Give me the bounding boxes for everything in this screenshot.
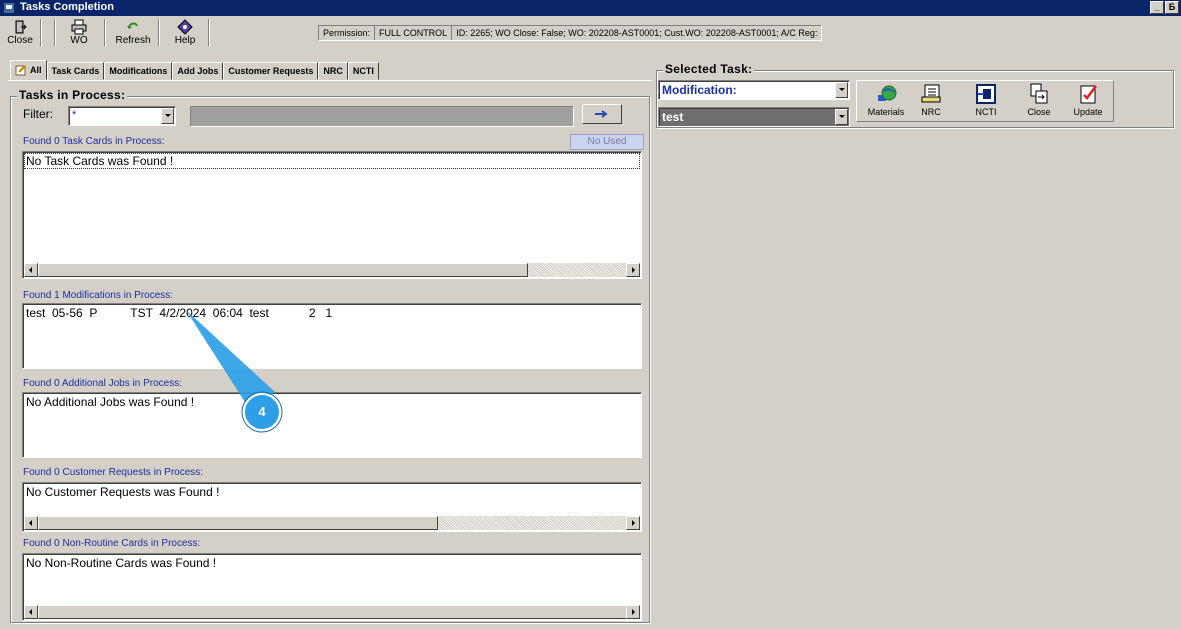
exit-door-icon	[15, 20, 27, 34]
notepad-pencil-icon	[15, 65, 26, 76]
window-title: Tasks Completion	[20, 1, 114, 13]
annotation-number: 4	[258, 404, 266, 419]
customer-requests-section-label: Found 0 Customer Requests in Process:	[23, 467, 204, 478]
scroll-left-arrow[interactable]	[24, 605, 38, 619]
list-item[interactable]: No Customer Requests was Found !	[24, 484, 640, 500]
non-routine-list[interactable]: No Non-Routine Cards was Found !	[22, 553, 642, 621]
scroll-right-arrow[interactable]	[626, 263, 640, 277]
tab-modifications[interactable]: Modifications	[104, 62, 173, 80]
refresh-button[interactable]: Refresh	[112, 18, 154, 48]
task-type-tabs: All Task Cards Modifications Add Jobs Cu…	[10, 60, 379, 80]
chevron-down-icon[interactable]	[835, 82, 848, 98]
filter-value: *	[72, 109, 77, 121]
list-item[interactable]: No Additional Jobs was Found !	[24, 394, 640, 410]
task-cards-section-label: Found 0 Task Cards in Process:	[23, 136, 165, 147]
no-used-button[interactable]: No Used	[570, 134, 644, 150]
additional-jobs-section-label: Found 0 Additional Jobs in Process:	[23, 378, 182, 389]
scrollbar-thumb[interactable]	[38, 605, 628, 619]
permission-value: FULL CONTROL	[375, 26, 453, 40]
help-label: Help	[174, 35, 196, 46]
selected-task-dropdown[interactable]: test	[658, 107, 850, 127]
scrollbar-thumb[interactable]	[38, 263, 528, 277]
help-diamond-icon	[177, 19, 193, 35]
close-button[interactable]: Close	[6, 18, 34, 48]
additional-jobs-list[interactable]: No Additional Jobs was Found !	[22, 392, 642, 458]
selected-task-title: Selected Task:	[663, 62, 755, 76]
ncti-icon	[976, 84, 996, 104]
non-routine-section-label: Found 0 Non-Routine Cards in Process:	[23, 538, 201, 549]
scroll-left-arrow[interactable]	[24, 516, 38, 530]
scrollbar-thumb[interactable]	[38, 516, 438, 530]
modifications-list[interactable]: test 05-56 P TST 4/2/2024 06:04 test 2 1	[22, 303, 642, 369]
filter-dropdown[interactable]: *	[68, 106, 176, 126]
nrc-icon	[921, 84, 941, 103]
close-task-icon	[1030, 83, 1048, 104]
permission-status: Permission: FULL CONTROL ID: 2265; WO Cl…	[318, 25, 823, 41]
update-icon	[1080, 85, 1097, 104]
list-item[interactable]: No Non-Routine Cards was Found !	[24, 555, 640, 571]
printer-icon	[71, 19, 87, 35]
window-titlebar: Tasks Completion _ Б	[0, 0, 1181, 16]
task-cards-list[interactable]: No Task Cards was Found !	[22, 151, 642, 279]
apply-filter-button[interactable]	[582, 104, 622, 124]
permission-label: Permission:	[319, 26, 376, 40]
refresh-label: Refresh	[115, 35, 151, 46]
tab-task-cards[interactable]: Task Cards	[46, 62, 105, 80]
ncti-button[interactable]: NCTI	[968, 80, 1004, 122]
annotation-callout	[186, 310, 283, 433]
tasks-in-process-title: Tasks in Process:	[17, 88, 128, 102]
help-button[interactable]: Help	[170, 18, 200, 48]
customer-requests-horizontal-scrollbar[interactable]	[24, 516, 640, 530]
materials-button[interactable]: Materials	[862, 80, 910, 122]
wo-button[interactable]: WO	[64, 18, 94, 48]
scroll-right-arrow[interactable]	[626, 605, 640, 619]
app-icon	[4, 3, 14, 13]
restore-button[interactable]: Б	[1165, 1, 1179, 14]
refresh-arrow-icon	[127, 22, 138, 29]
minimize-button[interactable]: _	[1150, 1, 1164, 14]
filter-text-input[interactable]	[190, 106, 574, 127]
list-item[interactable]: test 05-56 P TST 4/2/2024 06:04 test 2 1	[24, 305, 640, 321]
scroll-left-arrow[interactable]	[24, 263, 38, 277]
chevron-down-icon[interactable]	[161, 108, 174, 124]
task-type-value: Modification:	[662, 83, 737, 97]
work-order-info: ID: 2265; WO Close: False; WO: 202208-AS…	[456, 28, 818, 38]
arrow-right-icon	[595, 110, 608, 118]
chevron-down-icon[interactable]	[835, 109, 848, 125]
scroll-right-arrow[interactable]	[626, 516, 640, 530]
tab-all[interactable]: All	[10, 60, 47, 80]
task-cards-horizontal-scrollbar[interactable]	[24, 263, 640, 277]
close-label: Close	[7, 35, 33, 46]
tab-customer-requests[interactable]: Customer Requests	[223, 62, 319, 80]
selected-task-value: test	[662, 110, 684, 124]
nrc-button[interactable]: NRC	[914, 80, 948, 122]
update-button[interactable]: Update	[1068, 80, 1108, 122]
tab-add-jobs[interactable]: Add Jobs	[172, 62, 224, 80]
list-item[interactable]: No Task Cards was Found !	[24, 153, 640, 169]
customer-requests-list[interactable]: No Customer Requests was Found !	[22, 482, 642, 532]
tab-ncti[interactable]: NCTI	[347, 62, 379, 80]
close-task-button[interactable]: Close	[1022, 80, 1056, 122]
filter-label: Filter:	[23, 107, 53, 121]
task-type-dropdown[interactable]: Modification:	[658, 80, 850, 100]
non-routine-horizontal-scrollbar[interactable]	[24, 605, 640, 619]
wo-label: WO	[70, 35, 88, 46]
materials-icon	[878, 85, 897, 101]
tab-nrc[interactable]: NRC	[318, 62, 348, 80]
modifications-section-label: Found 1 Modifications in Process:	[23, 290, 174, 301]
